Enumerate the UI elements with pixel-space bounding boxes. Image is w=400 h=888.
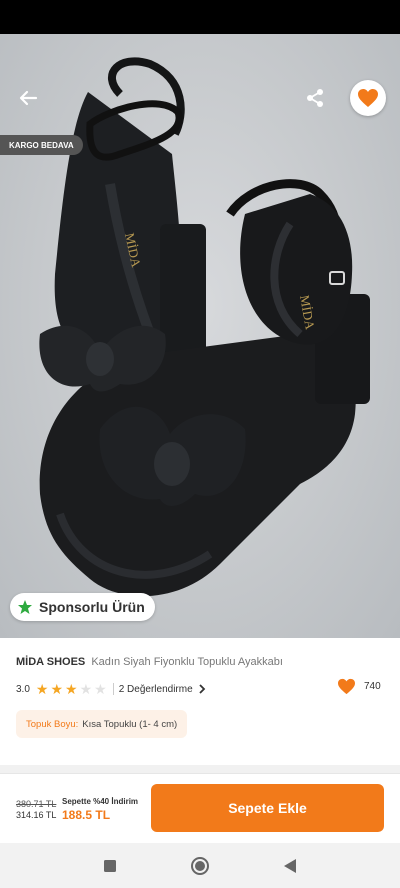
old-price: 380.71 TL <box>16 799 57 809</box>
system-nav-bar <box>0 843 400 888</box>
favorite-button[interactable] <box>350 80 386 116</box>
home-button[interactable] <box>190 856 210 876</box>
rating-row: 3.0 ★ ★ ★ ★ ★ 2 Değerlendirme <box>16 681 386 697</box>
chevron-right-icon <box>199 684 205 694</box>
share-icon <box>307 89 323 107</box>
attribute-value: Kısa Topuklu (1- 4 cm) <box>82 718 178 730</box>
heart-icon <box>358 89 378 107</box>
current-price: 314.16 TL <box>16 810 57 820</box>
star-icon: ★ <box>50 681 64 697</box>
attribute-key: Topuk Boyu: <box>26 718 79 730</box>
buy-bar: 380.71 TL 314.16 TL Sepette %40 İndirim … <box>0 773 400 843</box>
star-icon: ★ <box>94 681 107 697</box>
back-arrow-icon <box>19 90 38 106</box>
attribute-chip[interactable]: Topuk Boyu: Kısa Topuklu (1- 4 cm) <box>16 710 188 738</box>
favorites-count[interactable]: 740 <box>337 678 381 695</box>
section-divider <box>0 765 400 773</box>
rating-stars: ★ ★ ★ ★ ★ <box>36 682 107 696</box>
square-icon <box>104 859 116 872</box>
star-icon: ★ <box>35 681 49 697</box>
circle-icon <box>191 856 209 875</box>
product-photo: MİDA MİDA <box>39 57 370 597</box>
divider <box>112 683 114 695</box>
star-icon: ★ <box>79 681 93 697</box>
share-button[interactable] <box>297 80 333 116</box>
star-icon <box>18 600 32 614</box>
triangle-back-icon <box>284 858 296 873</box>
product-name: Kadın Siyah Fiyonklu Topuklu Ayakkabı <box>91 656 283 668</box>
back-button[interactable] <box>10 80 46 116</box>
discounted-price: 188.5 TL <box>62 808 111 822</box>
product-title: MİDA SHOES Kadın Siyah Fiyonklu Topuklu … <box>16 656 386 668</box>
favorites-number: 740 <box>364 681 381 692</box>
rating-value: 3.0 <box>16 683 30 695</box>
heart-icon <box>338 678 355 695</box>
star-icon: ★ <box>65 681 78 697</box>
nav-back-button[interactable] <box>280 856 300 876</box>
discount-label: Sepette %40 İndirim <box>62 797 139 806</box>
add-to-cart-button[interactable]: Sepete Ekle <box>151 784 384 832</box>
product-image-carousel[interactable]: MİDA MİDA KARGO BEDAVA Sponsorlu Ürün <box>0 34 400 638</box>
free-shipping-badge: KARGO BEDAVA <box>0 135 83 155</box>
recent-apps-button[interactable] <box>100 856 120 876</box>
status-bar <box>0 0 400 34</box>
reviews-link[interactable]: 2 Değerlendirme <box>119 684 206 695</box>
sponsored-label: Sponsorlu Ürün <box>39 599 145 615</box>
brand-name[interactable]: MİDA SHOES <box>16 656 85 668</box>
sponsored-badge: Sponsorlu Ürün <box>10 593 155 621</box>
reviews-label: 2 Değerlendirme <box>118 683 193 695</box>
